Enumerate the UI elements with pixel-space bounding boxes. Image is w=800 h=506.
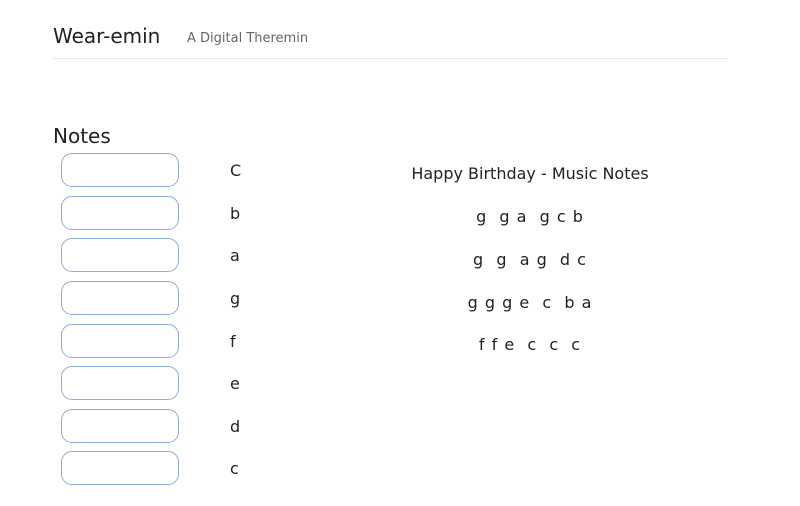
note-row-b: b [61, 196, 301, 232]
note-input-e[interactable] [61, 366, 179, 400]
note-row-e: e [61, 366, 301, 402]
note-input-d[interactable] [61, 409, 179, 443]
note-label-C-high: C [230, 161, 242, 180]
notes-section-title: Notes [53, 124, 111, 148]
song-title: Happy Birthday - Music Notes [411, 164, 649, 183]
song-line-3: g g g e c b a [467, 293, 593, 312]
note-row-f: f [61, 324, 301, 360]
note-input-g[interactable] [61, 281, 179, 315]
note-input-c[interactable] [61, 451, 179, 485]
note-input-a[interactable] [61, 238, 179, 272]
header: Wear-emin A Digital Theremin [53, 24, 728, 59]
note-input-b[interactable] [61, 196, 179, 230]
song-line-1: g g a g c b [476, 207, 584, 226]
song-line-4: f f e c c c [478, 335, 582, 354]
note-row-a: a [61, 238, 301, 274]
note-input-C-high[interactable] [61, 153, 179, 187]
note-label-g: g [230, 289, 241, 308]
song-line-2: g g a g d c [473, 250, 587, 269]
note-label-d: d [230, 417, 241, 436]
note-row-g: g [61, 281, 301, 317]
note-label-a: a [230, 246, 240, 265]
note-row-c: c [61, 451, 301, 487]
note-input-f[interactable] [61, 324, 179, 358]
note-label-b: b [230, 204, 241, 223]
note-label-f: f [230, 332, 236, 351]
app-title: Wear-emin [53, 24, 161, 48]
app-subtitle: A Digital Theremin [187, 31, 309, 46]
note-label-e: e [230, 374, 240, 393]
note-row-C-high: C [61, 153, 301, 189]
note-row-d: d [61, 409, 301, 445]
note-label-c: c [230, 459, 239, 478]
